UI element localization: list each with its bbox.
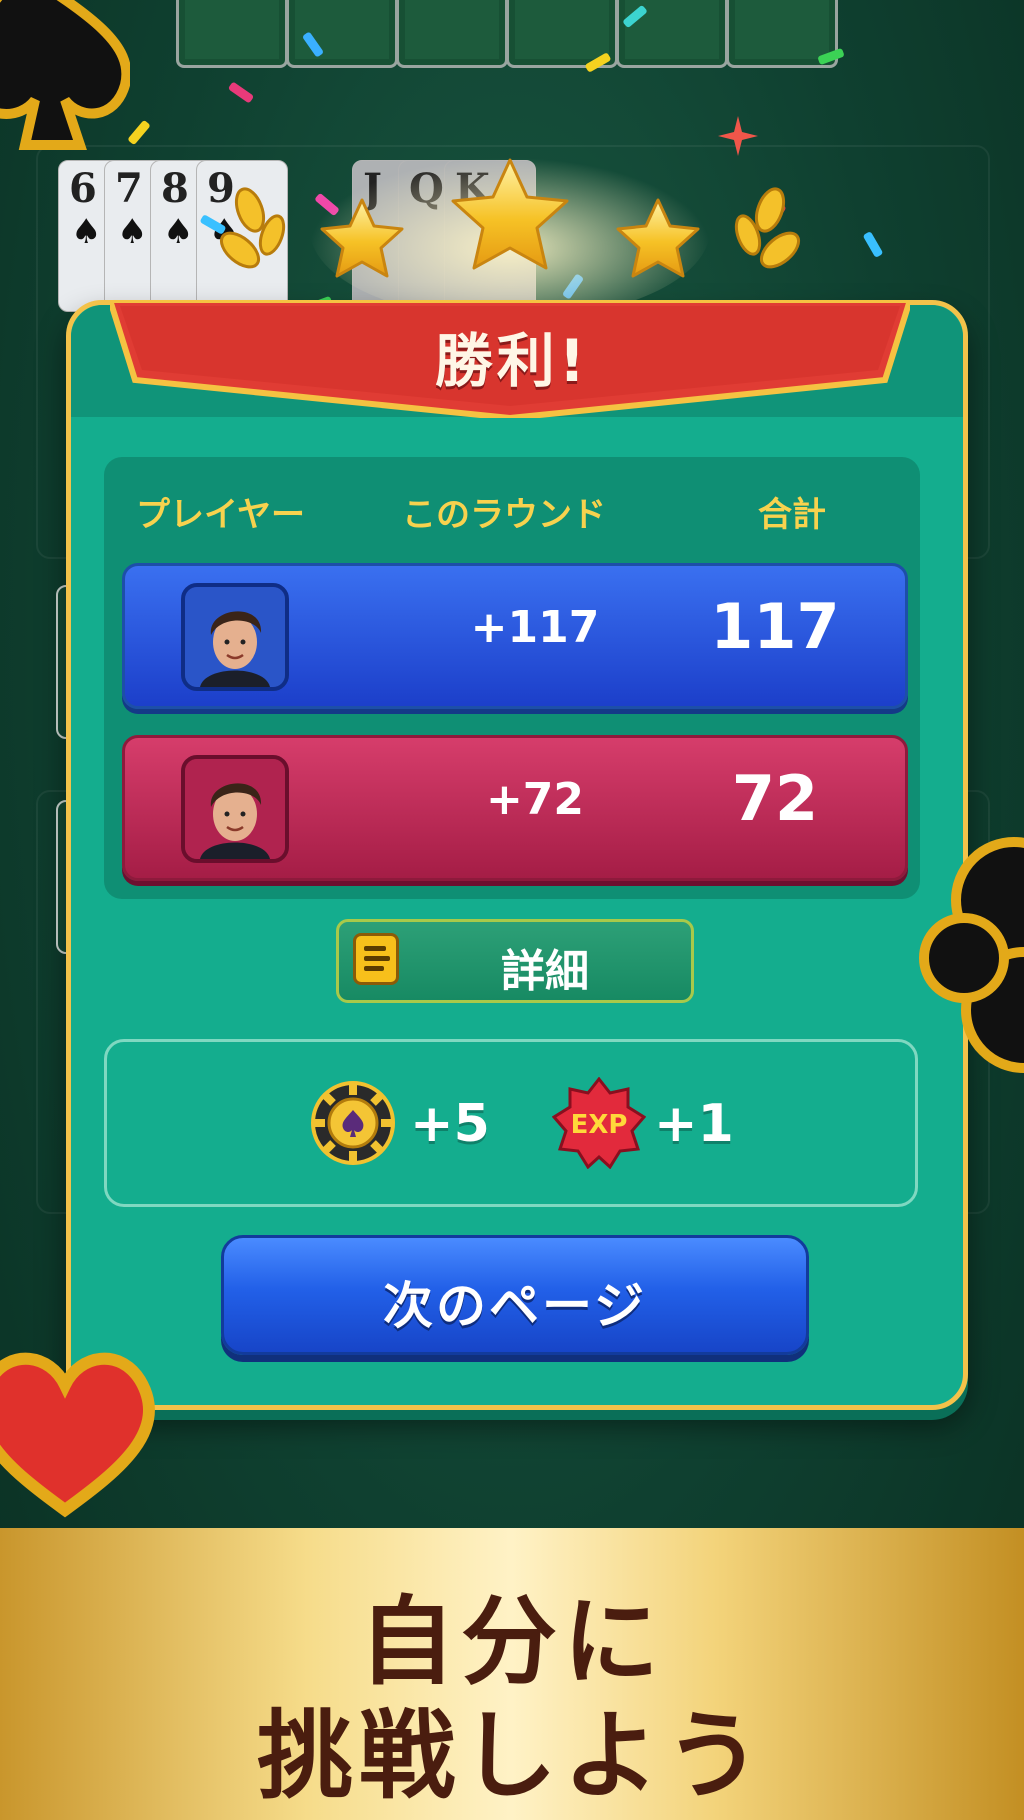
- total-score: 72: [731, 762, 819, 835]
- column-header-round: このラウンド: [402, 495, 606, 535]
- avatar: [181, 583, 289, 691]
- promo-banner: 自分に 挑戦しよう: [0, 1528, 1024, 1820]
- next-page-button[interactable]: 次のページ: [221, 1235, 809, 1355]
- column-header-player: プレイヤー: [136, 495, 305, 535]
- next-page-label: 次のページ: [383, 1277, 647, 1335]
- opponent-score-row: +72 72: [122, 735, 908, 881]
- heart-suit-icon: [0, 1352, 155, 1518]
- avatar: [181, 755, 289, 863]
- column-header-total: 合計: [758, 495, 826, 535]
- spade-suit-icon: [0, 0, 130, 150]
- victory-stars: [219, 150, 801, 320]
- banner-line-2: 挑戦しよう: [257, 1700, 767, 1812]
- exp-reward: +1: [654, 1094, 734, 1154]
- player-score-row: +117 117: [122, 563, 908, 709]
- total-score: 117: [710, 590, 840, 663]
- chip-reward: +5: [410, 1094, 490, 1154]
- round-score: +117: [470, 602, 600, 653]
- details-label: 詳細: [501, 946, 589, 997]
- round-score: +72: [485, 774, 585, 825]
- club-suit-icon: [919, 837, 1024, 1073]
- spade-chip-icon: [311, 1081, 395, 1165]
- result-title: 勝利!: [434, 327, 590, 395]
- svg-text:EXP: EXP: [571, 1110, 628, 1140]
- details-button[interactable]: 詳細: [336, 919, 694, 1003]
- exp-badge-icon: EXP: [552, 1077, 646, 1169]
- rewards-panel: [104, 1039, 918, 1207]
